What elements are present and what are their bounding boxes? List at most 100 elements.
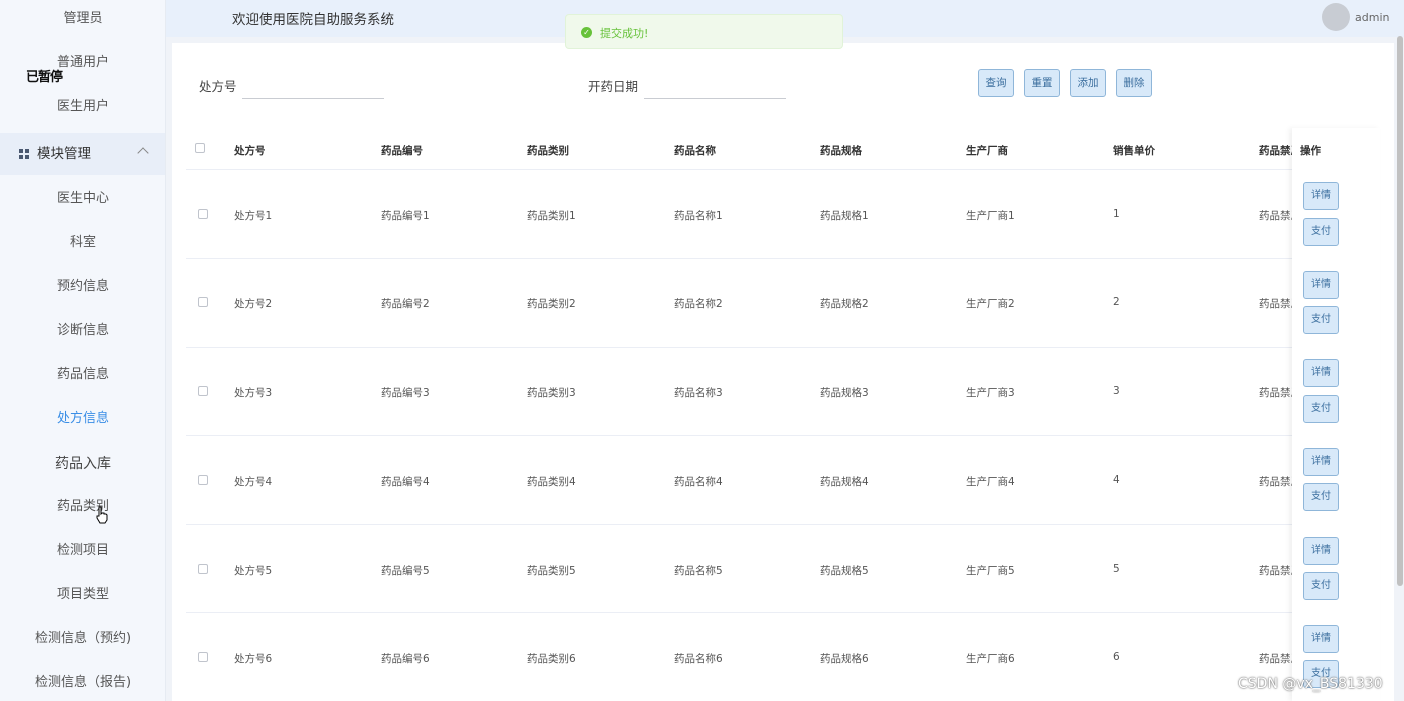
table-cell: 处方号3 [234, 387, 273, 399]
table-cell: 药品编号4 [381, 476, 430, 488]
vertical-scrollbar[interactable] [1397, 36, 1403, 586]
operation-column: 操作 详情 支付 详情 支付 详情 支付 详情 支付 详情 支付 详情 支付 [1292, 128, 1380, 701]
divider [186, 169, 1380, 170]
row-checkbox[interactable] [198, 652, 208, 662]
table-cell: 药品禁忌6 [1259, 653, 1292, 665]
prescribe-date-input[interactable] [644, 75, 786, 99]
pay-button[interactable]: 支付 [1303, 483, 1339, 511]
query-button[interactable]: 查询 [978, 69, 1014, 97]
table-cell: 药品禁忌1 [1259, 210, 1292, 222]
prescription-no-label: 处方号 [199, 79, 237, 94]
table-cell: 药品名称3 [674, 387, 723, 399]
sidebar-item-test-appointment[interactable]: 检测信息（预约) [0, 628, 165, 650]
col-header-manufacturer: 生产厂商 [966, 145, 1008, 157]
contraindication-column: 药品禁忌 药品禁忌1 药品禁忌2 药品禁忌3 药品禁忌4 药品禁忌5 药品禁忌6 [1259, 128, 1292, 701]
table-cell: 2 [1113, 296, 1120, 308]
table-cell: 药品类别5 [527, 565, 576, 577]
table-cell: 药品规格1 [820, 210, 869, 222]
table-cell: 生产厂商6 [966, 653, 1015, 665]
sidebar-item-doctor-user[interactable]: 医生用户 [0, 96, 165, 118]
detail-button[interactable]: 详情 [1303, 625, 1339, 653]
sidebar-item-drug-info[interactable]: 药品信息 [0, 364, 165, 386]
table-cell: 药品编号6 [381, 653, 430, 665]
detail-button[interactable]: 详情 [1303, 537, 1339, 565]
reset-button[interactable]: 重置 [1024, 69, 1060, 97]
chevron-up-icon [137, 147, 149, 159]
table-cell: 药品名称4 [674, 476, 723, 488]
row-divider [186, 612, 1380, 613]
row-checkbox[interactable] [198, 386, 208, 396]
sidebar-group-modules[interactable]: 模块管理 [0, 133, 165, 175]
username-label[interactable]: admin [1355, 11, 1389, 24]
pay-button[interactable]: 支付 [1303, 218, 1339, 246]
table-cell: 处方号2 [234, 298, 273, 310]
table-cell: 药品名称2 [674, 298, 723, 310]
row-divider [186, 258, 1380, 259]
grid-icon [19, 149, 29, 159]
row-checkbox[interactable] [198, 209, 208, 219]
table-cell: 药品名称5 [674, 565, 723, 577]
row-checkbox[interactable] [198, 475, 208, 485]
detail-button[interactable]: 详情 [1303, 271, 1339, 299]
table-cell: 药品类别2 [527, 298, 576, 310]
sidebar-group-label: 模块管理 [37, 146, 91, 162]
sidebar-item-normal-user[interactable]: 普通用户 [0, 52, 165, 74]
table-cell: 药品类别3 [527, 387, 576, 399]
sidebar-item-item-type[interactable]: 项目类型 [0, 584, 165, 606]
pay-button[interactable]: 支付 [1303, 306, 1339, 334]
table-cell: 药品编号3 [381, 387, 430, 399]
row-checkbox[interactable] [198, 297, 208, 307]
table-cell: 药品编号2 [381, 298, 430, 310]
table-cell: 药品编号1 [381, 210, 430, 222]
delete-button[interactable]: 删除 [1116, 69, 1152, 97]
table-cell: 处方号1 [234, 210, 273, 222]
col-header-contraindication: 药品禁忌 [1259, 145, 1292, 157]
detail-button[interactable]: 详情 [1303, 182, 1339, 210]
table-cell: 生产厂商1 [966, 210, 1015, 222]
table-cell: 生产厂商3 [966, 387, 1015, 399]
col-header-drug-category: 药品类别 [527, 145, 569, 157]
table-cell: 药品名称6 [674, 653, 723, 665]
table-cell: 药品禁忌5 [1259, 565, 1292, 577]
row-divider [186, 435, 1380, 436]
watermark: CSDN @vx_BS81330 [1238, 676, 1383, 692]
detail-button[interactable]: 详情 [1303, 448, 1339, 476]
col-header-unit-price: 销售单价 [1113, 145, 1155, 157]
table-cell: 药品禁忌4 [1259, 476, 1292, 488]
table-cell: 生产厂商4 [966, 476, 1015, 488]
prescription-no-input[interactable] [242, 75, 384, 99]
toast-message: 提交成功! [600, 27, 649, 40]
sidebar-item-prescription[interactable]: 处方信息 [0, 408, 165, 430]
select-all-checkbox[interactable] [195, 143, 205, 153]
table-cell: 3 [1113, 385, 1120, 397]
col-header-drug-spec: 药品规格 [820, 145, 862, 157]
pay-button[interactable]: 支付 [1303, 572, 1339, 600]
sidebar-item-drug-category[interactable]: 药品类别 [0, 496, 165, 518]
table-cell: 药品类别4 [527, 476, 576, 488]
detail-button[interactable]: 详情 [1303, 359, 1339, 387]
sidebar-item-appointment[interactable]: 预约信息 [0, 276, 165, 298]
hand-cursor-icon [96, 506, 108, 524]
sidebar-item-diagnosis[interactable]: 诊断信息 [0, 320, 165, 342]
table-cell: 处方号5 [234, 565, 273, 577]
table-cell: 药品规格3 [820, 387, 869, 399]
pay-button[interactable]: 支付 [1303, 395, 1339, 423]
sidebar-item-test-item[interactable]: 检测项目 [0, 540, 165, 562]
table-cell: 药品禁忌2 [1259, 298, 1292, 310]
avatar[interactable] [1322, 3, 1350, 31]
table-cell: 4 [1113, 474, 1120, 486]
table-cell: 药品编号5 [381, 565, 430, 577]
sidebar-item-admin[interactable]: 管理员 [0, 8, 165, 30]
table-cell: 药品类别1 [527, 210, 576, 222]
sidebar-item-test-report[interactable]: 检测信息（报告) [0, 672, 165, 694]
main-panel [172, 43, 1394, 701]
col-header-drug-no: 药品编号 [381, 145, 423, 157]
row-checkbox[interactable] [198, 564, 208, 574]
add-button[interactable]: 添加 [1070, 69, 1106, 97]
sidebar-item-department[interactable]: 科室 [0, 232, 165, 254]
sidebar-item-doctor-center[interactable]: 医生中心 [0, 188, 165, 210]
table-cell: 6 [1113, 651, 1120, 663]
table-cell: 药品规格4 [820, 476, 869, 488]
sidebar-item-drug-stock-in[interactable]: 药品入库 [0, 453, 165, 475]
table-cell: 5 [1113, 563, 1120, 575]
